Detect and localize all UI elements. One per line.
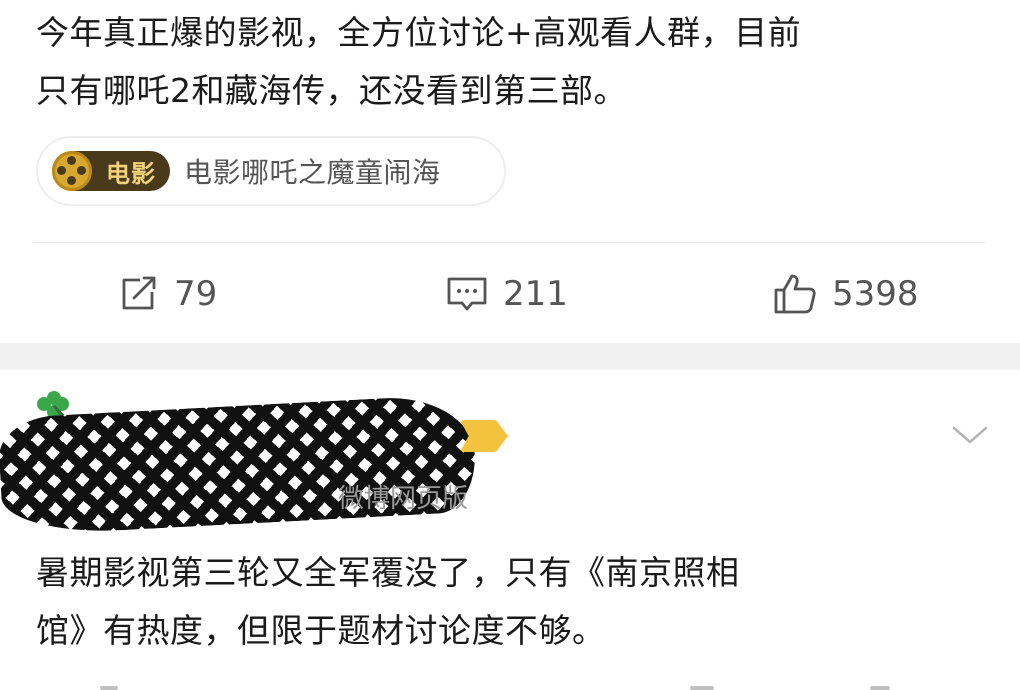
post-2-text-line-1: 暑期影视第三轮又全军覆没了，只有《南京照相	[36, 553, 740, 592]
repost-icon	[122, 276, 156, 310]
movie-badge: 电影	[52, 151, 170, 191]
divider	[34, 242, 986, 243]
feed-separator	[0, 343, 1020, 370]
like-button[interactable]: 5398	[772, 270, 919, 318]
movie-badge-label: 电影	[106, 159, 156, 188]
film-reel-icon	[52, 151, 92, 191]
post-1-text-line-1: 今年真正爆的影视，全方位讨论+高观看人群，目前	[36, 13, 802, 52]
like-icon	[774, 274, 816, 314]
repost-count: 79	[174, 274, 218, 314]
cropped-next-row	[100, 686, 890, 690]
chevron-down-icon[interactable]	[950, 420, 990, 450]
post-2-text: 暑期影视第三轮又全军覆没了，只有《南京照相 馆》有热度，但限于题材讨论度不够。	[36, 544, 996, 660]
comment-count: 211	[503, 274, 568, 314]
post-1-text-line-2: 只有哪吒2和藏海传，还没看到第三部。	[36, 71, 627, 110]
like-count: 5398	[832, 274, 919, 314]
movie-topic-title: 电影哪吒之魔童闹海	[184, 156, 441, 189]
movie-topic-chip[interactable]: 电影 电影哪吒之魔童闹海	[36, 136, 506, 206]
comment-icon	[447, 277, 487, 311]
post-2-text-line-2: 馆》有热度，但限于题材讨论度不够。	[36, 611, 606, 650]
post-source: 微博网页版	[338, 484, 469, 514]
post-1-text: 今年真正爆的影视，全方位讨论+高观看人群，目前 只有哪吒2和藏海传，还没看到第三…	[36, 4, 996, 120]
repost-button[interactable]: 79	[118, 270, 217, 318]
comment-button[interactable]: 211	[445, 270, 568, 318]
